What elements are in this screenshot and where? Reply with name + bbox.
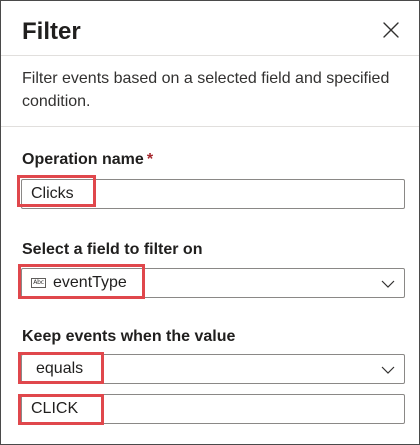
condition-operator-selected-value: equals xyxy=(36,360,84,377)
operation-name-input[interactable] xyxy=(22,180,404,208)
operation-name-label-text: Operation name xyxy=(22,151,144,168)
operation-name-field[interactable] xyxy=(21,179,405,209)
filter-panel: Filter Filter events based on a selected… xyxy=(0,0,420,445)
close-icon xyxy=(383,22,399,38)
description-divider xyxy=(1,126,419,127)
condition-value-input[interactable] xyxy=(22,395,404,423)
filter-field-label: Select a field to filter on xyxy=(22,241,203,258)
condition-operator-dropdown[interactable]: equals xyxy=(21,354,405,384)
header-divider xyxy=(1,55,419,56)
chevron-down-icon xyxy=(381,280,395,288)
filter-field-selected-value: eventType xyxy=(53,274,127,291)
condition-value-field[interactable] xyxy=(21,394,405,424)
required-marker: * xyxy=(146,151,154,168)
condition-label: Keep events when the value xyxy=(22,328,236,345)
panel-title: Filter xyxy=(22,18,81,45)
chevron-down-icon xyxy=(381,366,395,374)
operation-name-label: Operation name * xyxy=(22,149,153,171)
panel-description: Filter events based on a selected field … xyxy=(22,70,390,110)
filter-field-dropdown[interactable]: Abc eventType xyxy=(21,268,405,298)
string-type-icon: Abc xyxy=(31,278,46,288)
close-button[interactable] xyxy=(375,14,407,46)
